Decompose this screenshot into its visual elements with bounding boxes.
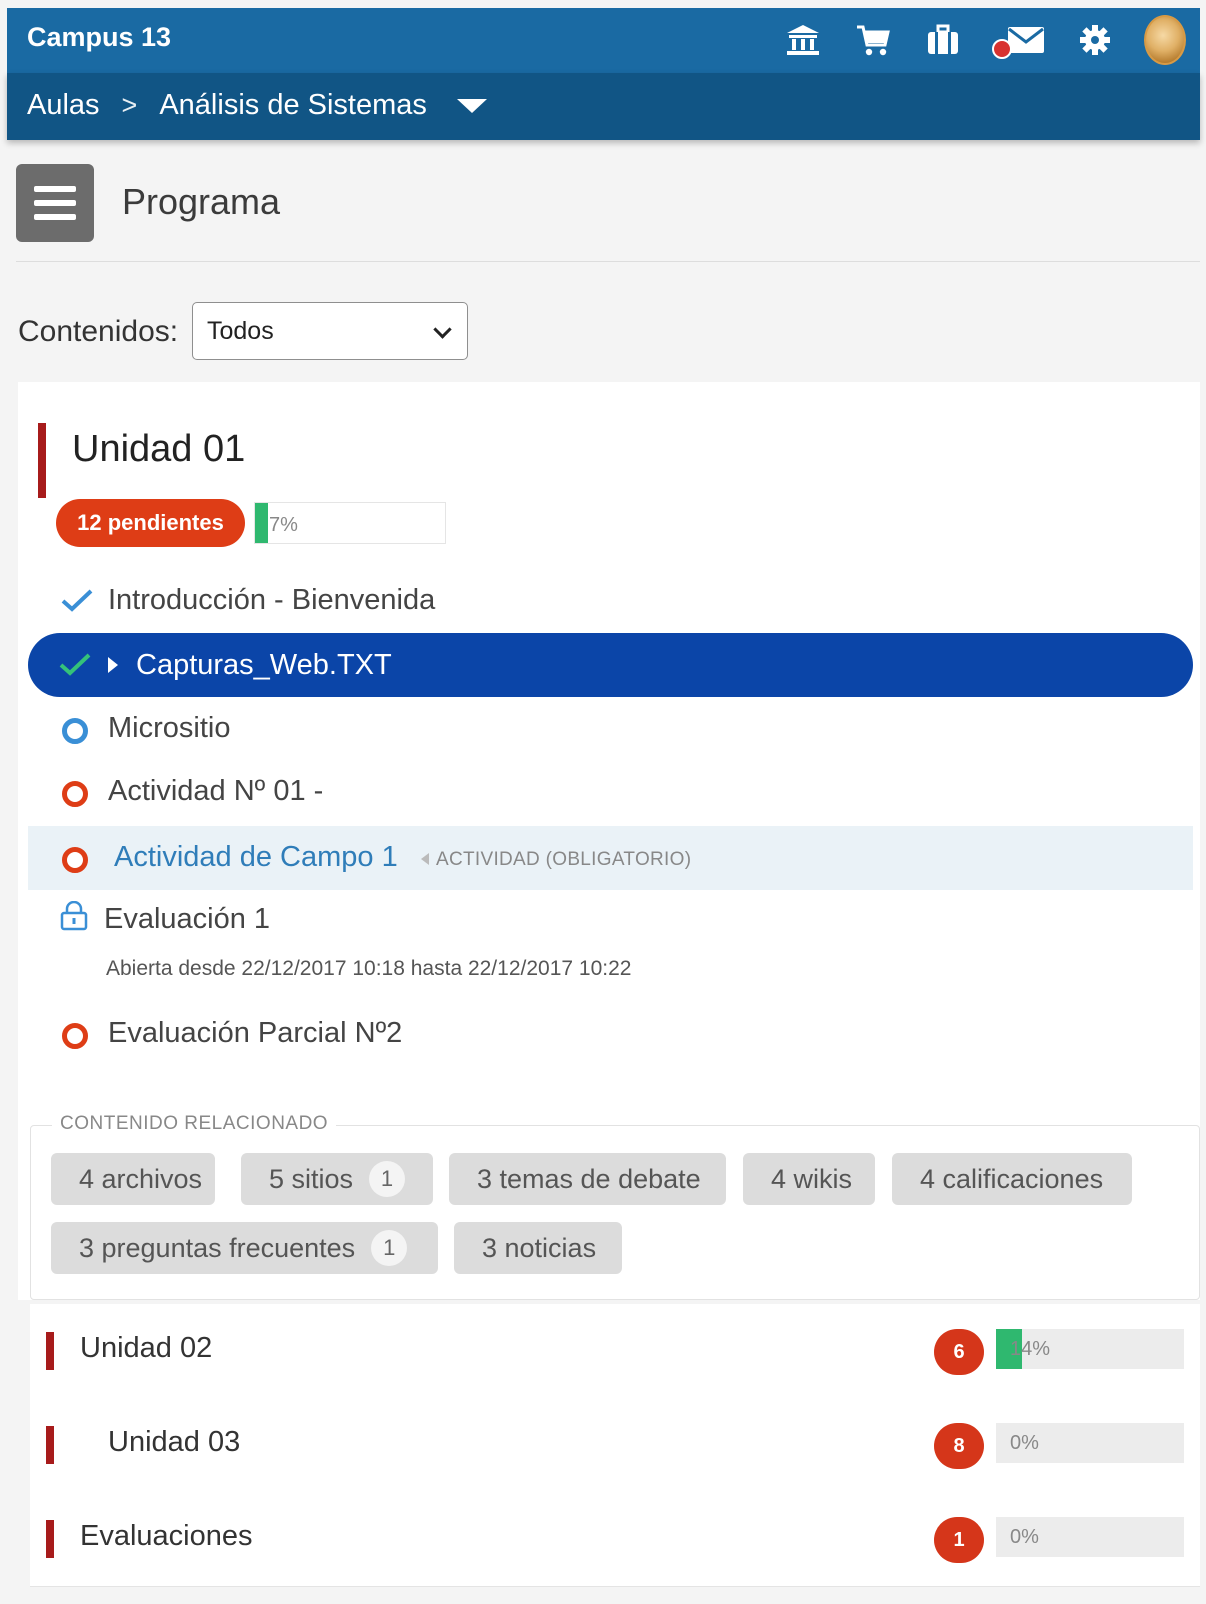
- chevron-down-icon: [433, 320, 452, 339]
- unit-marker: [46, 1426, 54, 1464]
- divider: [16, 261, 1200, 262]
- pending-count-badge: 6: [934, 1329, 984, 1375]
- list-item-label: Actividad Nº 01 -: [108, 775, 324, 807]
- list-item-hover[interactable]: Actividad de Campo 1 ACTIVIDAD (OBLIGATO…: [28, 826, 1193, 890]
- unit-progress: 14%: [996, 1329, 1184, 1369]
- related-chip-wikis[interactable]: 4 wikis: [743, 1153, 875, 1205]
- notification-dot: [992, 39, 1012, 59]
- filter-label: Contenidos:: [18, 315, 179, 348]
- unit-progress: 0%: [996, 1423, 1184, 1463]
- chip-count: 1: [369, 1161, 405, 1197]
- list-item-label: Evaluación Parcial Nº2: [108, 1017, 403, 1049]
- chip-label: 4 archivos: [79, 1163, 203, 1194]
- chevron-down-icon[interactable]: [456, 98, 487, 113]
- top-bar: Campus 13: [7, 8, 1200, 73]
- briefcase-icon[interactable]: [922, 19, 964, 61]
- breadcrumb-root[interactable]: Aulas: [27, 89, 100, 122]
- unit-title: Unidad 03: [108, 1426, 241, 1458]
- chip-label: 3 noticias: [482, 1232, 597, 1263]
- list-item-label[interactable]: Actividad de Campo 1: [114, 841, 398, 874]
- unit-marker: [46, 1520, 54, 1558]
- contents-filter-select[interactable]: Todos: [192, 302, 468, 360]
- unit-01-title[interactable]: Unidad 01: [72, 428, 245, 471]
- related-chip-sites[interactable]: 5 sitios 1: [241, 1153, 433, 1205]
- check-icon: [59, 653, 91, 676]
- related-chip-forums[interactable]: 3 temas de debate: [449, 1153, 726, 1205]
- chip-label: 4 wikis: [771, 1163, 853, 1194]
- unit-marker: [38, 423, 46, 498]
- unit-marker: [46, 1332, 54, 1370]
- institution-icon[interactable]: [782, 19, 824, 61]
- related-chip-files[interactable]: 4 archivos: [51, 1153, 215, 1205]
- gear-icon[interactable]: [1074, 19, 1116, 61]
- chip-label: 4 calificaciones: [920, 1163, 1104, 1194]
- unit-01-progress: 7%: [254, 502, 446, 544]
- progress-label: 14%: [1010, 1338, 1051, 1360]
- unit-progress: 0%: [996, 1517, 1184, 1557]
- in-progress-ring-icon: [62, 718, 88, 744]
- list-item-active[interactable]: Capturas_Web.TXT: [28, 633, 1193, 697]
- filter-selected-value: Todos: [207, 316, 274, 345]
- breadcrumb: Aulas > Análisis de Sistemas: [27, 89, 487, 122]
- cart-icon[interactable]: [852, 19, 894, 61]
- list-item-label: Micrositio: [108, 712, 231, 744]
- unit-03-row[interactable]: Unidad 03 8 0%: [30, 1398, 1200, 1493]
- lock-icon: [60, 901, 88, 931]
- menu-button[interactable]: [16, 164, 94, 242]
- pending-ring-icon: [62, 781, 88, 807]
- mail-icon[interactable]: [992, 19, 1046, 61]
- pending-ring-icon: [62, 1023, 88, 1049]
- unit-title: Unidad 02: [80, 1332, 213, 1364]
- chip-count: 1: [371, 1230, 408, 1266]
- avatar[interactable]: [1144, 15, 1186, 65]
- breadcrumb-separator: >: [121, 90, 138, 120]
- progress-label: 7%: [269, 514, 298, 536]
- top-bar-icons: [782, 15, 1186, 65]
- progress-label: 0%: [1010, 1432, 1039, 1454]
- list-item-label: Evaluación 1: [104, 903, 271, 935]
- pending-ring-icon: [62, 847, 88, 873]
- caret-left-icon: [421, 853, 429, 865]
- caret-right-icon[interactable]: [106, 656, 120, 674]
- progress-label: 0%: [1010, 1526, 1039, 1548]
- breadcrumb-bar: Aulas > Análisis de Sistemas: [7, 73, 1200, 140]
- availability-text: Abierta desde 22/12/2017 10:18 hasta 22/…: [106, 957, 632, 980]
- unit-title: Evaluaciones: [80, 1520, 253, 1552]
- chip-label: 5 sitios: [269, 1163, 354, 1194]
- item-type-tag: ACTIVIDAD (OBLIGATORIO): [436, 849, 692, 870]
- app-title[interactable]: Campus 13: [27, 22, 171, 53]
- chip-label: 3 temas de debate: [477, 1163, 701, 1194]
- list-item-label: Introducción - Bienvenida: [108, 584, 436, 616]
- evaluaciones-row[interactable]: Evaluaciones 1 0%: [30, 1492, 1200, 1587]
- progress-fill: [255, 503, 269, 543]
- related-content-legend: CONTENIDO RELACIONADO: [52, 1113, 337, 1135]
- pending-count-badge: 1: [934, 1517, 984, 1563]
- list-item-label: Capturas_Web.TXT: [136, 649, 392, 681]
- page-title: Programa: [122, 181, 281, 222]
- unit-02-row[interactable]: Unidad 02 6 14%: [30, 1304, 1200, 1399]
- chip-label: 3 preguntas frecuentes: [79, 1232, 356, 1263]
- related-chip-news[interactable]: 3 noticias: [454, 1222, 622, 1274]
- pending-badge: 12 pendientes: [56, 499, 245, 547]
- related-chip-grades[interactable]: 4 calificaciones: [892, 1153, 1132, 1205]
- related-chip-faq[interactable]: 3 preguntas frecuentes 1: [51, 1222, 438, 1274]
- pending-count-badge: 8: [934, 1423, 984, 1469]
- breadcrumb-current[interactable]: Análisis de Sistemas: [159, 89, 427, 122]
- check-icon: [61, 589, 93, 612]
